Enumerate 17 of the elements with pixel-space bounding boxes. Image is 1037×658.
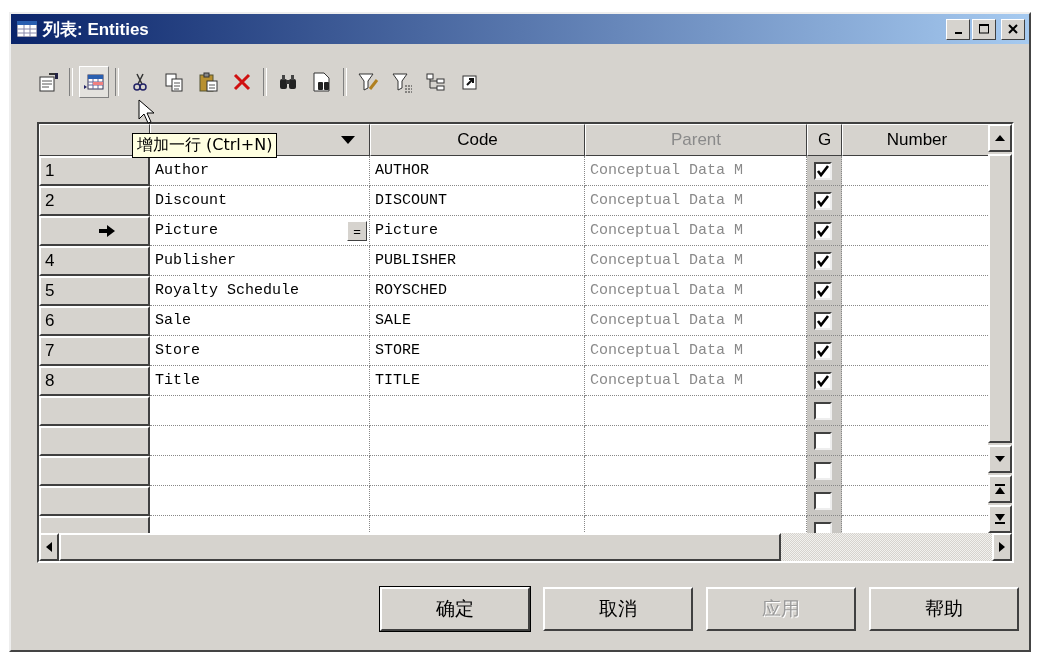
row-number: 1 [45, 161, 55, 181]
grid-cell: Conceptual Data M [585, 276, 807, 306]
grid-cell: Conceptual Data M [585, 336, 807, 366]
row-number: 6 [45, 311, 55, 331]
window-title: 列表: Entities [43, 18, 149, 41]
grid-cell: Conceptual Data M [585, 186, 807, 216]
grid-cell: Conceptual Data M [585, 366, 807, 396]
grid-cell: Conceptual Data M [585, 156, 807, 186]
row-number: 4 [45, 251, 55, 271]
row-number: 5 [45, 281, 55, 301]
row-number: 8 [45, 371, 55, 391]
tooltip: 增加一行 (Ctrl+N) [132, 133, 278, 158]
row-number: 2 [45, 191, 55, 211]
row-number: 7 [45, 341, 55, 361]
grid-cell: Conceptual Data M [585, 306, 807, 336]
grid-cell: Conceptual Data M [585, 216, 807, 246]
grid-cell: Conceptual Data M [585, 246, 807, 276]
